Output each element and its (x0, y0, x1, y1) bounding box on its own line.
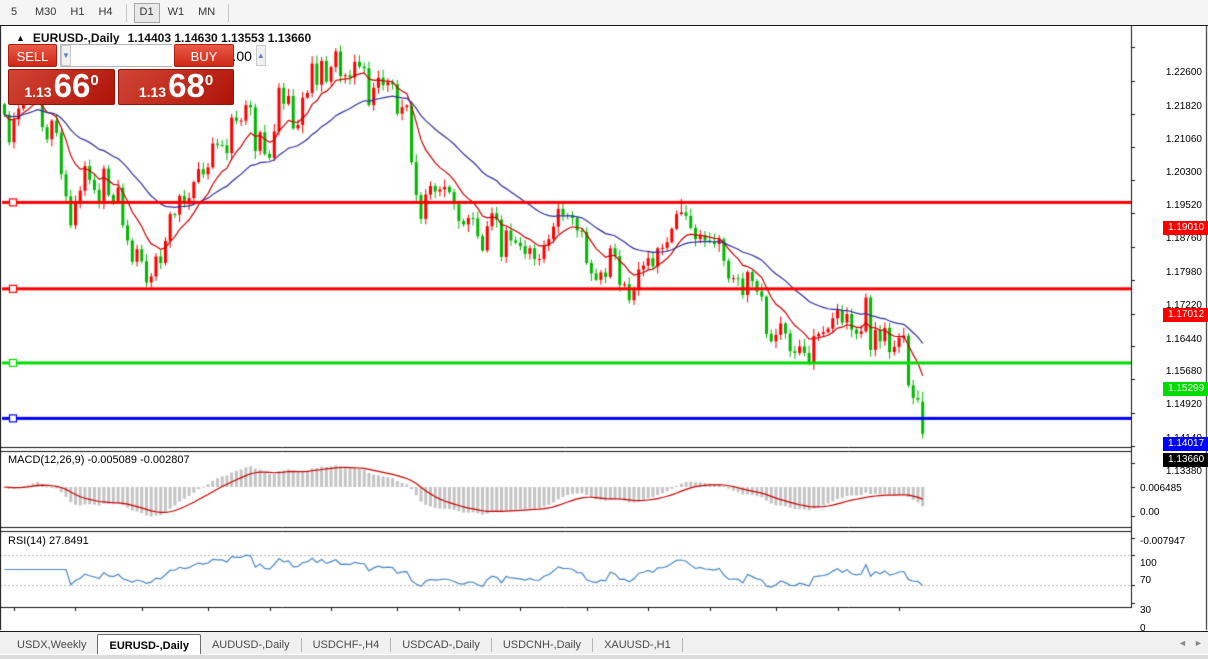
chart-tab-AUDUSD-Daily[interactable]: AUDUSD-,Daily (201, 634, 301, 656)
volume-stepper: ▼ ▲ (60, 44, 172, 67)
chart-tab-USDCHF-H4[interactable]: USDCHF-,H4 (302, 634, 391, 656)
chart-tab-USDCAD-Daily[interactable]: USDCAD-,Daily (391, 634, 491, 656)
sell-button[interactable]: SELL (8, 44, 57, 67)
buy-price-panel[interactable]: 1.13 68 0 (118, 69, 234, 105)
timeframe-button-W1[interactable]: W1 (162, 3, 191, 23)
chart-title-row: ▲ EURUSD-,Daily 1.14403 1.14630 1.13553 … (16, 31, 311, 45)
chevron-up-icon: ▲ (257, 51, 265, 60)
buy-price-superscript: 0 (205, 72, 213, 89)
timeframe-button-D1[interactable]: D1 (134, 3, 160, 23)
chart-window: ▲ EURUSD-,Daily 1.14403 1.14630 1.13553 … (0, 26, 1208, 631)
price-level-badge: 1.19010 (1163, 221, 1208, 235)
buy-price-prefix: 1.13 (139, 83, 166, 101)
buy-button[interactable]: BUY (174, 44, 234, 67)
timeframe-button-M30[interactable]: M30 (29, 3, 62, 23)
price-level-badge: 1.17012 (1163, 308, 1208, 322)
timeframe-button-MN[interactable]: MN (192, 3, 221, 23)
one-click-trade-widget: SELL ▼ ▲ BUY 1.13 66 0 1.13 68 0 (8, 44, 234, 105)
sell-price-panel[interactable]: 1.13 66 0 (8, 69, 115, 105)
price-axis-label: 1.19520 (1140, 200, 1202, 211)
timeframe-button-H1[interactable]: H1 (64, 3, 90, 23)
tab-bar-bottom-strip (0, 654, 1208, 659)
macd-axis-label: -0.007947 (1140, 536, 1185, 547)
toolbar-divider (126, 4, 127, 22)
chart-title: EURUSD-,Daily (33, 31, 120, 45)
trade-row: SELL ▼ ▲ BUY (8, 44, 234, 67)
timeframe-button-5[interactable]: 5 (1, 3, 27, 23)
ohlc-readout: 1.14403 1.14630 1.13553 1.13660 (128, 31, 312, 45)
rsi-axis-label: 70 (1140, 575, 1151, 586)
chart-tab-bar: USDX,WeeklyEURUSD-,DailyAUDUSD-,DailyUSD… (0, 631, 1208, 659)
current-price-badge: 1.13660 (1163, 453, 1208, 467)
toolbar-divider (228, 4, 229, 22)
macd-axis-label: 0.00 (1140, 507, 1159, 518)
price-axis-label: 1.14920 (1140, 399, 1202, 410)
mt4-terminal: 5M30H1H4 D1W1MN ▲ EURUSD-,Daily 1.14403 1… (0, 0, 1208, 659)
price-level-badge: 1.14017 (1163, 437, 1208, 451)
collapse-triangle-icon[interactable]: ▲ (16, 33, 25, 43)
sell-price-prefix: 1.13 (24, 83, 51, 101)
buy-price-main: 68 (168, 71, 205, 101)
timeframe-toolbar: 5M30H1H4 D1W1MN (0, 0, 1208, 26)
tab-separator (682, 638, 683, 652)
rsi-axis-label: 30 (1140, 605, 1151, 616)
chart-canvas[interactable] (0, 26, 1208, 631)
tab-scroll-left-button[interactable]: ◄ (1178, 638, 1187, 648)
price-axis-label: 1.15680 (1140, 366, 1202, 377)
chart-tabs: USDX,WeeklyEURUSD-,DailyAUDUSD-,DailyUSD… (6, 634, 683, 656)
chart-tab-USDCNH-Daily[interactable]: USDCNH-,Daily (492, 634, 592, 656)
volume-decrease-button[interactable]: ▼ (61, 45, 71, 66)
sell-price-superscript: 0 (90, 72, 98, 89)
price-axis-label: 1.13380 (1140, 466, 1202, 477)
price-axis-label: 1.21820 (1140, 101, 1202, 112)
price-axis-label: 1.22600 (1140, 67, 1202, 78)
macd-indicator-label: MACD(12,26,9) -0.005089 -0.002807 (8, 454, 190, 466)
sell-price-main: 66 (54, 71, 91, 101)
macd-axis-label: 0.006485 (1140, 483, 1182, 494)
chevron-down-icon: ▼ (62, 51, 70, 60)
timeframe-button-H4[interactable]: H4 (92, 3, 118, 23)
price-level-badge: 1.15299 (1163, 382, 1208, 396)
price-axis-label: 1.16440 (1140, 334, 1202, 345)
chart-tab-USDX-Weekly[interactable]: USDX,Weekly (6, 634, 97, 656)
price-axis-label: 1.20300 (1140, 167, 1202, 178)
tab-scroll-right-button[interactable]: ► (1194, 638, 1203, 648)
price-axis-label: 1.21060 (1140, 134, 1202, 145)
chart-tab-XAUUSD-H1[interactable]: XAUUSD-,H1 (593, 634, 682, 656)
chart-tab-EURUSD-Daily[interactable]: EURUSD-,Daily (97, 634, 200, 656)
rsi-indicator-label: RSI(14) 27.8491 (8, 535, 89, 547)
volume-increase-button[interactable]: ▲ (256, 45, 266, 66)
rsi-axis-label: 100 (1140, 558, 1157, 569)
price-axis-label: 1.17980 (1140, 267, 1202, 278)
